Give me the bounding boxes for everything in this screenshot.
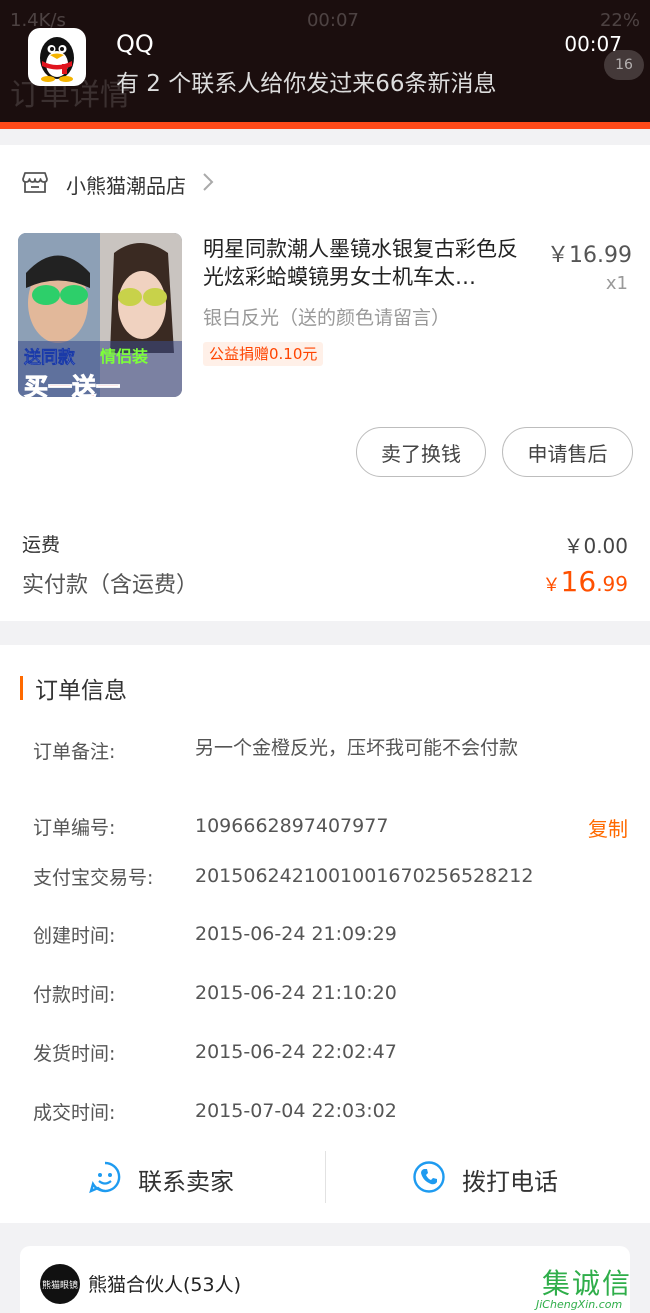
contact-actions: 联系卖家 拨打电话 bbox=[0, 1151, 650, 1223]
product-image-caption-3: 买一送一 bbox=[24, 373, 121, 398]
chat-bubble-icon bbox=[88, 1160, 122, 1198]
order-item-card: 小熊猫潮品店 送同款 情侣装 买一送一 明星同款潮人墨镜水银复古彩色反光炫彩蛤蟆… bbox=[0, 145, 650, 621]
product-image-caption-1: 送同款 bbox=[24, 348, 76, 369]
shipped-time-label: 发货时间: bbox=[33, 1043, 116, 1065]
donation-badge: 公益捐赠0.10元 bbox=[203, 342, 324, 366]
call-phone-button[interactable]: 拨打电话 bbox=[412, 1151, 558, 1207]
notification-banner[interactable]: 1.4K/s 00:07 22% 订单详情 16 QQ 有 2 个联系人给你发过… bbox=[0, 0, 650, 122]
paid-time-value: 2015-06-24 21:10:20 bbox=[195, 982, 397, 1004]
product-image[interactable]: 送同款 情侣装 买一送一 bbox=[18, 233, 182, 397]
qq-penguin-icon bbox=[28, 28, 86, 86]
underlying-clock: 00:07 bbox=[306, 10, 359, 31]
partner-logo: 熊猫眼镜 bbox=[40, 1264, 80, 1304]
alipay-trade-label: 支付宝交易号: bbox=[33, 867, 154, 889]
created-time-label: 创建时间: bbox=[33, 925, 116, 947]
paid-amount: ￥16.99 bbox=[543, 565, 628, 598]
partner-text: 熊猫合伙人(53人) bbox=[88, 1274, 242, 1296]
notification-app-name: QQ bbox=[116, 30, 154, 58]
completed-time-label: 成交时间: bbox=[33, 1102, 116, 1124]
underlying-status-bar: 1.4K/s 00:07 22% bbox=[10, 10, 640, 36]
product-title[interactable]: 明星同款潮人墨镜水银复古彩色反光炫彩蛤蟆镜男女士机车太… bbox=[203, 235, 533, 291]
shipping-value: ￥0.00 bbox=[563, 534, 628, 558]
completed-time-value: 2015-07-04 22:03:02 bbox=[195, 1100, 397, 1122]
phone-icon bbox=[412, 1160, 446, 1198]
contact-seller-label: 联系卖家 bbox=[138, 1167, 234, 1196]
notification-message: 有 2 个联系人给你发过来66条新消息 bbox=[116, 71, 497, 97]
after-sales-button[interactable]: 申请售后 bbox=[502, 427, 633, 477]
paid-time-label: 付款时间: bbox=[33, 984, 116, 1006]
copy-button[interactable]: 复制 bbox=[588, 813, 628, 842]
section-accent-bar bbox=[20, 676, 23, 700]
notification-time: 00:07 bbox=[564, 32, 622, 56]
product-sku: 银白反光（送的颜色请留言） bbox=[203, 307, 451, 329]
paid-integer: 16 bbox=[560, 565, 597, 598]
store-name: 小熊猫潮品店 bbox=[66, 173, 186, 198]
paid-label: 实付款（含运费） bbox=[22, 573, 199, 598]
actions-divider bbox=[325, 1151, 326, 1203]
chevron-right-icon bbox=[202, 172, 214, 196]
order-info-header: 订单信息 bbox=[20, 671, 127, 705]
paid-currency: ￥ bbox=[542, 575, 561, 596]
shipping-label: 运费 bbox=[22, 534, 61, 556]
remark-value: 另一个金橙反光，压坏我可能不会付款 bbox=[195, 737, 519, 759]
store-link[interactable]: 小熊猫潮品店 bbox=[22, 167, 214, 201]
order-info-title: 订单信息 bbox=[35, 678, 127, 704]
sell-button[interactable]: 卖了换钱 bbox=[356, 427, 486, 477]
order-info-card: 订单信息 订单备注: 另一个金橙反光，压坏我可能不会付款 订单编号: 10966… bbox=[0, 645, 650, 1223]
product-price: ￥16.99 bbox=[547, 243, 632, 268]
call-phone-label: 拨打电话 bbox=[462, 1167, 558, 1196]
watermark-en: JiChengXin.com bbox=[536, 1298, 623, 1311]
site-watermark: 集诚信 JiChengXin.com bbox=[536, 1262, 646, 1312]
paid-decimal: .99 bbox=[596, 572, 628, 596]
product-quantity: x1 bbox=[605, 273, 628, 294]
store-icon bbox=[22, 170, 48, 198]
order-number-value: 1096662897407977 bbox=[195, 815, 389, 837]
created-time-value: 2015-06-24 21:09:29 bbox=[195, 923, 397, 945]
contact-seller-button[interactable]: 联系卖家 bbox=[88, 1151, 234, 1207]
remark-label: 订单备注: bbox=[33, 741, 116, 763]
alipay-trade-value: 2015062421001001670256528212 bbox=[195, 865, 534, 887]
shipped-time-value: 2015-06-24 22:02:47 bbox=[195, 1041, 397, 1063]
watermark-cn: 集诚信 bbox=[542, 1267, 633, 1300]
product-image-caption-2: 情侣装 bbox=[100, 347, 149, 366]
order-number-label: 订单编号: bbox=[33, 817, 116, 839]
